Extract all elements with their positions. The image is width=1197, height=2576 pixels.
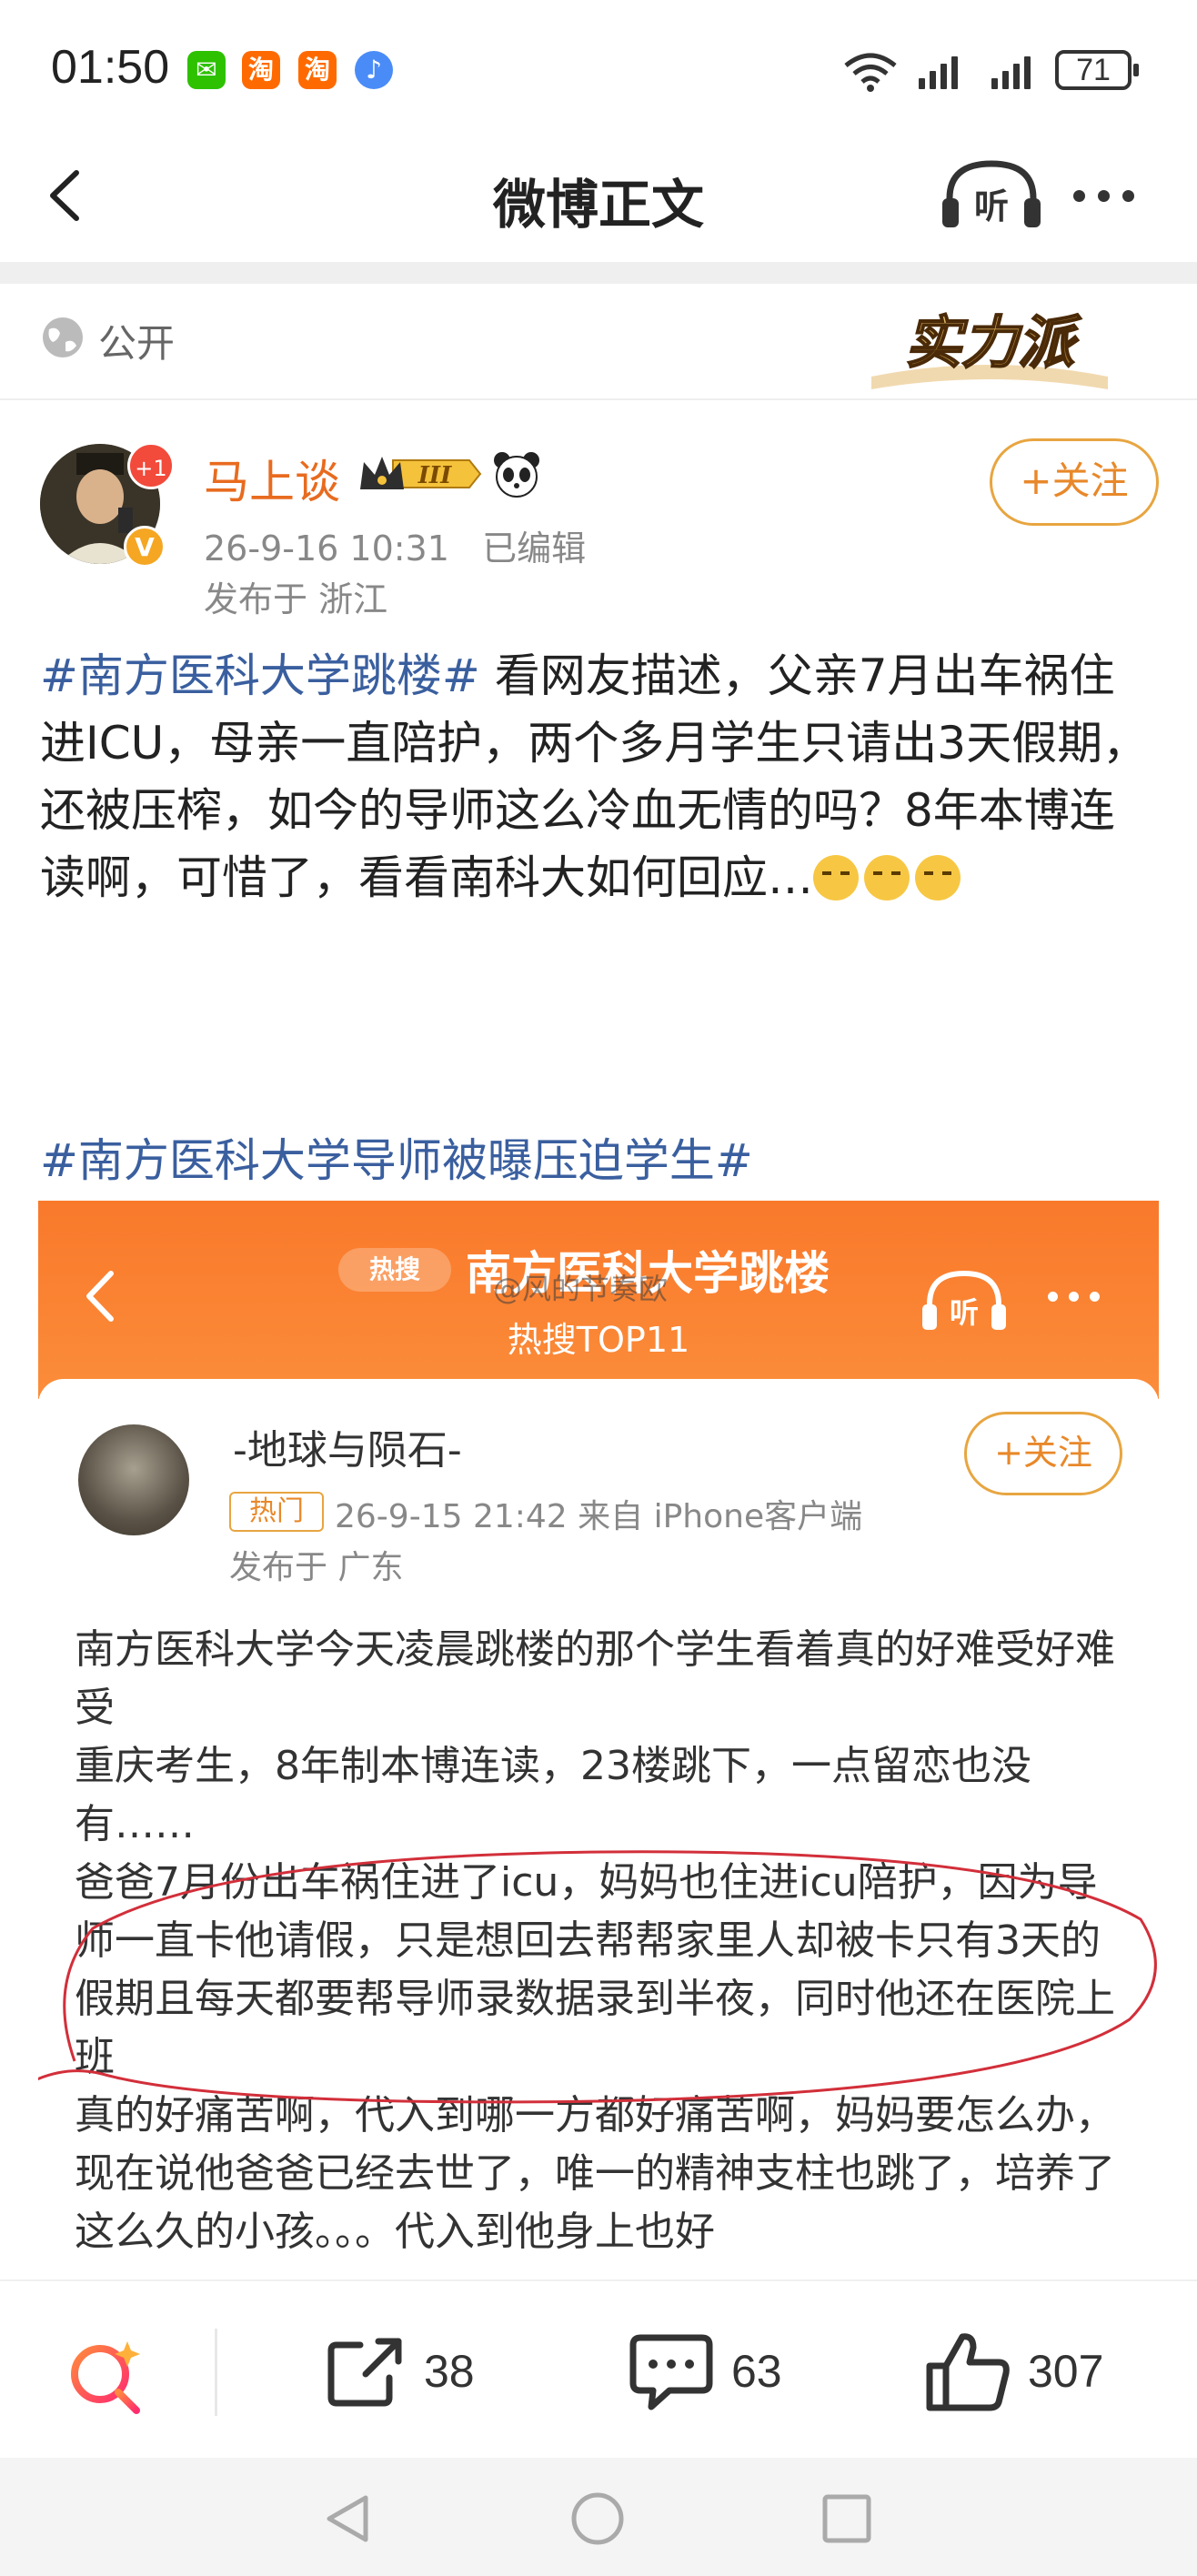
wechat-icon: ✉ — [187, 51, 226, 89]
more-icon — [1048, 1292, 1100, 1302]
comment-button[interactable]: 63 — [628, 2321, 782, 2421]
comment-count: 63 — [731, 2346, 782, 2397]
signal-icon — [919, 53, 958, 89]
status-bar: 01:50 ✉ 淘 淘 ♪ 71 — [0, 0, 1197, 136]
sweat-emoji-icon — [813, 855, 859, 901]
signal-icon — [991, 53, 1031, 89]
panda-icon — [494, 452, 539, 498]
wifi-icon — [844, 53, 897, 92]
embedded-location: 发布于 广东 — [229, 1549, 404, 1586]
sweat-emoji-icon — [915, 855, 961, 901]
taobao-icon: 淘 — [242, 51, 280, 89]
listen-button[interactable]: 听 — [937, 155, 1046, 236]
headphone-icon: 听 — [942, 160, 1041, 227]
share-icon — [327, 2338, 402, 2407]
visibility-row: 公开 实力派 — [0, 284, 1197, 400]
top-nav: 微博正文 听 — [0, 136, 1197, 255]
embedded-text: 南方医科大学今天凌晨跳楼的那个学生看着真的好难受好难受 重庆考生，8年制本博连读… — [75, 1621, 1130, 2261]
topic-link[interactable]: #南方医科大学跳楼# — [40, 649, 480, 702]
post-image[interactable]: 热搜 南方医科大学跳楼 @风的节奏欧 热搜TOP11 听 -地球与陨石- 热门 … — [38, 1201, 1159, 2279]
status-time: 01:50 — [51, 41, 170, 94]
badge-text: 实力派 — [905, 309, 1081, 376]
post-location: 发布于 浙江 — [204, 579, 388, 619]
section-divider — [0, 262, 1197, 284]
embedded-paragraph: 爸爸7月份出车祸住进了icu，妈妈也住进icu陪护，因为导师一直卡他请假，只是想… — [75, 1859, 1115, 2080]
share-button[interactable]: 38 — [324, 2321, 475, 2421]
post-body: #南方医科大学跳楼# 看网友描述，父亲7月出车祸住进ICU，母亲一直陪护，两个多… — [40, 642, 1159, 911]
follow-button[interactable]: +关注 — [990, 438, 1159, 526]
nav-back-icon[interactable] — [322, 2492, 375, 2545]
listen-label: 听 — [950, 1295, 979, 1330]
author-name[interactable]: 马上谈 — [204, 446, 340, 511]
like-count: 307 — [1028, 2346, 1104, 2397]
taobao-icon: 淘 — [298, 51, 337, 89]
avatar — [78, 1424, 189, 1535]
post-time: 26-9-16 10:31 — [204, 528, 449, 569]
nav-home-icon[interactable] — [569, 2490, 626, 2547]
image-card: -地球与陨石- 热门 26-9-15 21:42 来自 iPhone客户端 发布… — [38, 1379, 1159, 2279]
embedded-meta: 26-9-15 21:42 来自 iPhone客户端 — [335, 1498, 863, 1535]
system-nav-bar — [0, 2458, 1197, 2576]
comment-icon — [629, 2334, 713, 2410]
verified-badge: V — [124, 526, 166, 568]
share-count: 38 — [424, 2346, 475, 2397]
action-divider — [215, 2329, 217, 2416]
post-meta: 26-9-16 10:31 已编辑 — [204, 520, 586, 570]
like-button[interactable]: 307 — [924, 2321, 1103, 2421]
listen-label: 听 — [974, 186, 1009, 226]
embedded-user-name: -地球与陨石- — [233, 1427, 462, 1474]
topic-link[interactable]: #南方医科大学导师被曝压迫学生# — [40, 1124, 753, 1190]
member-level: III — [417, 462, 452, 489]
hot-search-pill: 热搜 — [338, 1248, 451, 1292]
embedded-follow-button: +关注 — [964, 1412, 1122, 1495]
battery-indicator: 71 — [1055, 50, 1139, 90]
headphone-icon: 听 — [922, 1270, 1006, 1330]
visibility-label: 公开 — [98, 321, 176, 366]
nav-recents-icon[interactable] — [820, 2492, 873, 2545]
edited-label: 已编辑 — [482, 528, 587, 569]
image-header: 热搜 南方医科大学跳楼 @风的节奏欧 热搜TOP11 听 — [38, 1201, 1159, 1399]
more-icon[interactable] — [1073, 182, 1146, 209]
sweat-emoji-icon — [864, 855, 910, 901]
action-bar: 38 63 307 — [0, 2279, 1197, 2458]
globe-icon — [43, 317, 83, 357]
thumbs-up-icon — [926, 2333, 1010, 2411]
music-icon: ♪ — [355, 51, 393, 89]
embedded-paragraph: 南方医科大学今天凌晨跳楼的那个学生看着真的好难受好难受 — [75, 1626, 1115, 1731]
super-search-icon[interactable] — [64, 2334, 146, 2416]
shilipai-badge: 实力派 — [871, 308, 1108, 389]
member-crown-icon: III — [360, 457, 482, 489]
embedded-paragraph: 重庆考生，8年制本博连读，23楼跳下，一点留恋也没有…… — [75, 1743, 1031, 1847]
watermark: @风的节奏欧 — [493, 1272, 669, 1306]
embedded-paragraph: 真的好痛苦啊，代入到哪一方都好痛苦啊，妈妈要怎么办，现在说他爸爸已经去世了，唯一… — [75, 2092, 1115, 2255]
plus-badge: +1 — [127, 442, 175, 489]
hot-tag: 热门 — [229, 1492, 324, 1532]
